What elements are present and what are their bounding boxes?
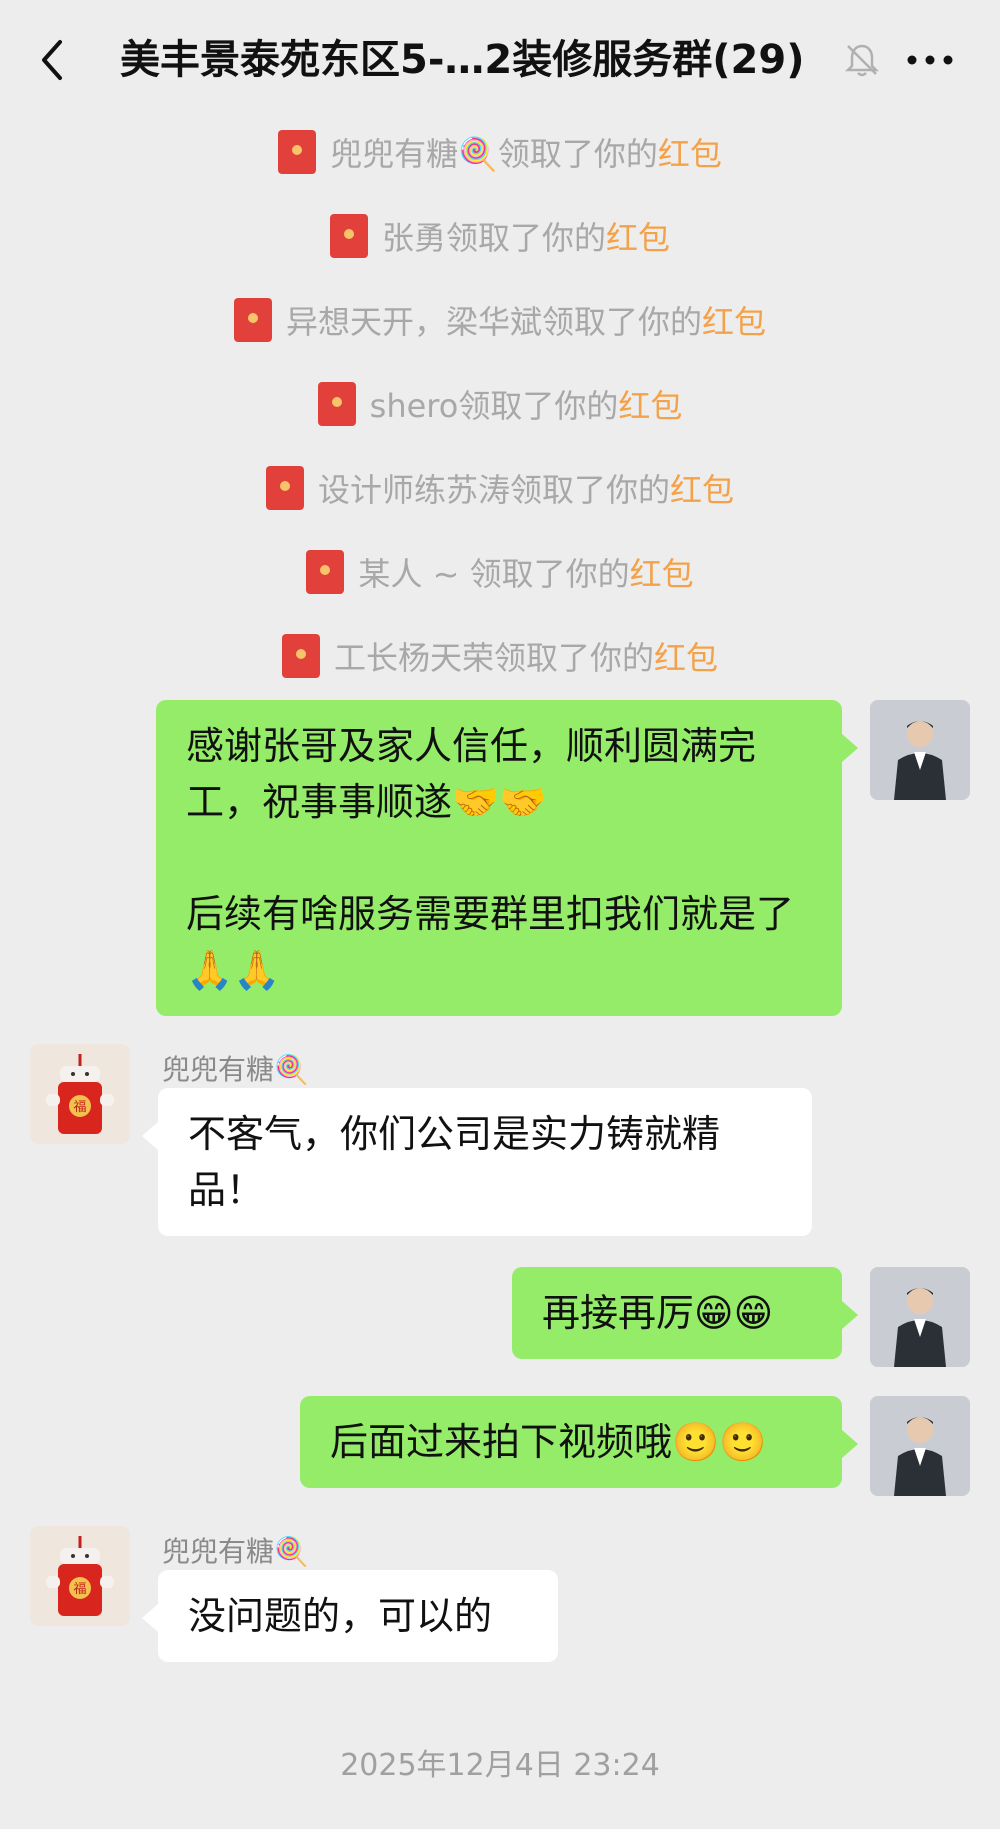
red-packet-icon [317,382,356,426]
chat-title: 美丰景泰苑东区5-…2装修服务群(29) [120,37,805,83]
red-packet-link[interactable]: 红包 [702,297,766,343]
system-message-text: 某人 ~ 领取了你的 [358,555,630,593]
system-message: 异想天开，梁华斌领取了你的 红包 [0,278,1000,362]
my-avatar[interactable] [870,1267,970,1367]
red-packet-icon [233,298,272,342]
message-bubble[interactable]: 后面过来拍下视频哦🙂🙂 [300,1396,858,1488]
red-packet-link[interactable]: 红包 [670,465,734,511]
system-message-list: 兜兜有糖🍭领取了你的 红包 张勇领取了你的 红包 异想天开，梁华斌领取了你的 红… [0,110,1000,698]
svg-text:福: 福 [73,1100,86,1115]
system-message-text: 张勇领取了你的 [381,219,606,257]
chat-timestamp: 2025年12月4日 23:24 [340,1748,660,1783]
system-message-text: 兜兜有糖🍭领取了你的 [330,135,658,173]
my-avatar[interactable] [870,1396,970,1496]
message-bubble[interactable]: 没问题的，可以的 [142,1570,558,1662]
red-packet-link[interactable]: 红包 [658,129,722,175]
more-options-button[interactable] [900,40,960,80]
system-message-text: 异想天开，梁华斌领取了你的 [285,303,702,341]
chat-header: 美丰景泰苑东区5-…2装修服务群(29) [0,0,1000,120]
message-bubble[interactable]: 再接再厉😁😁 [512,1267,858,1359]
message-bubble[interactable]: 不客气，你们公司是实力铸就精品！ [142,1088,812,1236]
system-message: 张勇领取了你的 红包 [0,194,1000,278]
red-packet-icon [329,214,368,258]
more-dots-icon [907,55,953,65]
system-message-text: 工长杨天荣领取了你的 [333,639,654,677]
message-text: 不客气，你们公司是实力铸就精品！ [188,1112,721,1212]
red-packet-icon [281,634,320,678]
red-packet-link[interactable]: 红包 [606,213,670,259]
red-packet-icon [278,130,317,174]
sender-avatar[interactable]: 福 [30,1044,130,1144]
system-message-text: shero领取了你的 [369,387,619,425]
red-packet-icon [265,466,304,510]
sender-name: 兜兜有糖🍭 [162,1535,309,1568]
back-button[interactable] [30,36,78,84]
message-text: 后续有啥服务需要群里扣我们就是了🙏🙏 [186,892,795,992]
bell-muted-icon [842,40,882,80]
red-packet-link[interactable]: 红包 [654,633,718,679]
red-packet-link[interactable]: 红包 [618,381,682,427]
system-message: 兜兜有糖🍭领取了你的 红包 [0,110,1000,194]
system-message-text: 设计师练苏涛领取了你的 [317,471,670,509]
message-text: 再接再厉😁😁 [542,1291,774,1335]
sender-name: 兜兜有糖🍭 [162,1053,309,1086]
system-message: 设计师练苏涛领取了你的 红包 [0,446,1000,530]
message-bubble[interactable]: 感谢张哥及家人信任，顺利圆满完工，祝事事顺遂🤝🤝 后续有啥服务需要群里扣我们就是… [156,700,858,1016]
message-text: 感谢张哥及家人信任，顺利圆满完工，祝事事顺遂🤝🤝 [186,724,757,824]
system-message: shero领取了你的 红包 [0,362,1000,446]
my-avatar[interactable] [870,700,970,800]
red-packet-link[interactable]: 红包 [630,549,694,595]
message-text: 没问题的，可以的 [188,1594,493,1638]
message-text: 后面过来拍下视频哦🙂🙂 [330,1420,767,1464]
system-message: 工长杨天荣领取了你的 红包 [0,614,1000,698]
svg-text:福: 福 [73,1582,86,1597]
chevron-left-icon [42,40,62,80]
sender-avatar[interactable]: 福 [30,1526,130,1626]
red-packet-icon [306,550,345,594]
system-message: 某人 ~ 领取了你的 红包 [0,530,1000,614]
